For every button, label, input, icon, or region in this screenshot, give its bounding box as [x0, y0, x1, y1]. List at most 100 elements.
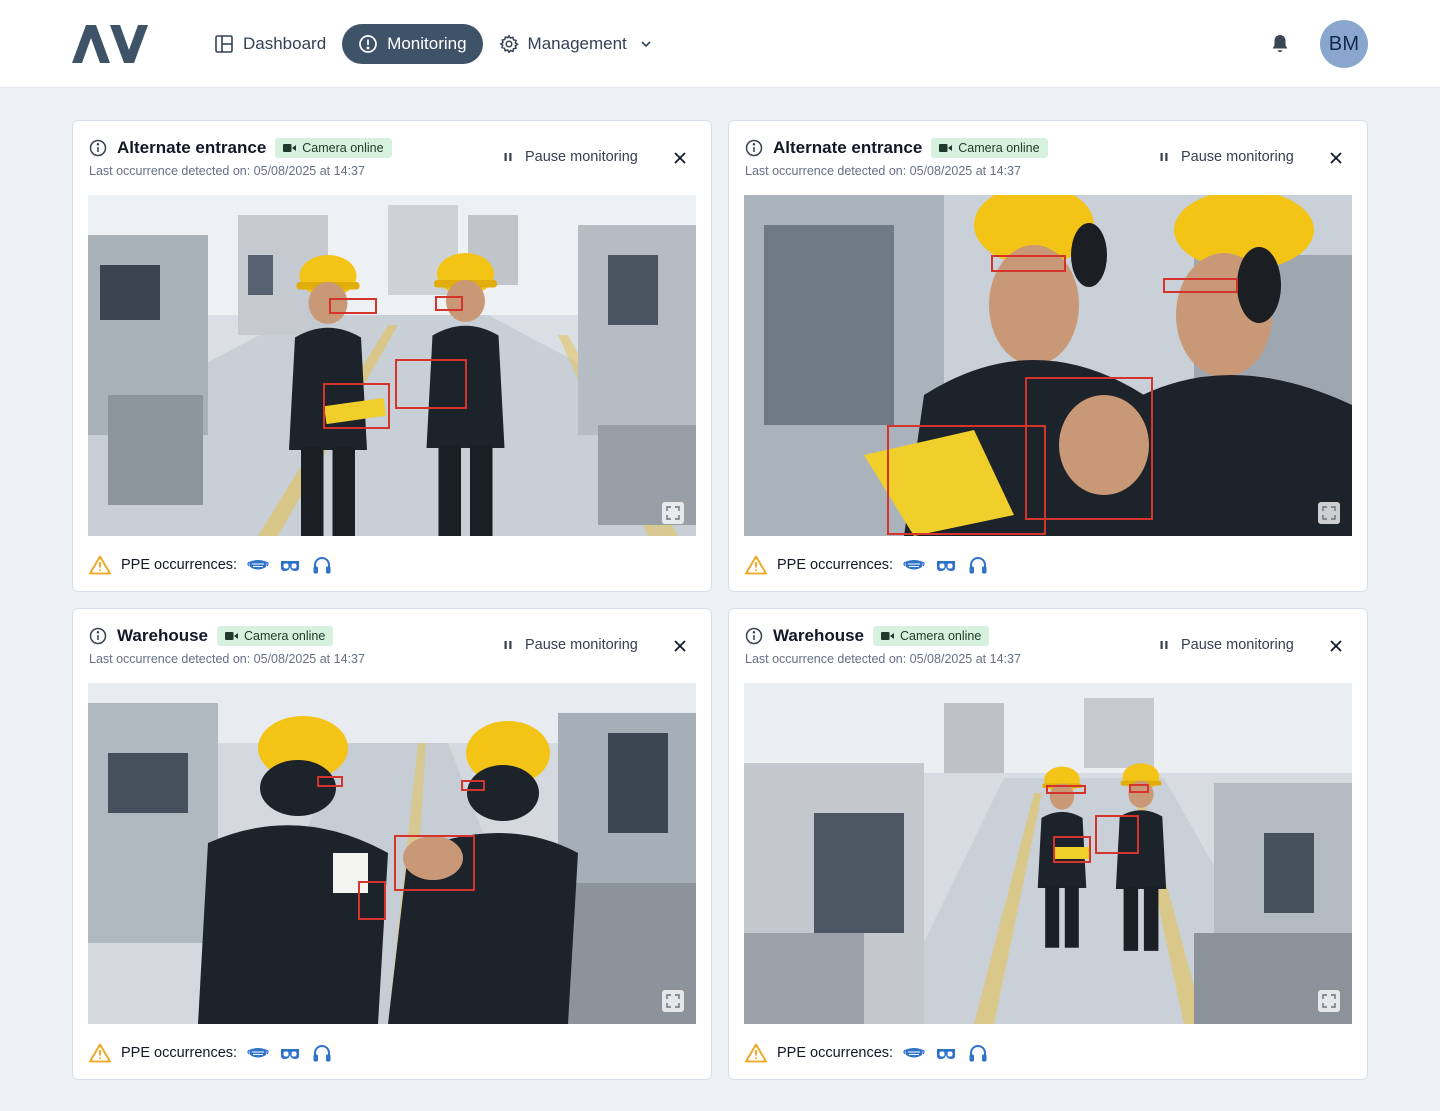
close-icon[interactable] — [1329, 151, 1343, 165]
close-icon[interactable] — [1329, 639, 1343, 653]
headphones-icon[interactable] — [967, 1043, 989, 1063]
pause-monitoring-button[interactable]: Pause monitoring — [1159, 635, 1294, 655]
detection-box — [1163, 278, 1238, 293]
av-logo[interactable] — [72, 25, 148, 63]
camera-feed[interactable] — [88, 683, 696, 1024]
goggles-icon[interactable] — [279, 555, 301, 575]
expand-feed-button[interactable] — [662, 990, 684, 1012]
camera-feed-image — [744, 683, 1352, 1024]
warning-icon — [745, 1043, 767, 1063]
card-header: Alternate entrance Camera online — [745, 137, 1048, 159]
pause-monitoring-button[interactable]: Pause monitoring — [503, 147, 638, 167]
detection-box — [1095, 815, 1139, 854]
mask-icon[interactable] — [903, 1043, 925, 1063]
mask-icon[interactable] — [247, 1043, 269, 1063]
card-title: Warehouse — [117, 626, 209, 645]
close-icon[interactable] — [673, 639, 687, 653]
nav-dashboard[interactable]: Dashboard — [198, 24, 342, 64]
ppe-occurrences-label: PPE occurrences: — [777, 1045, 894, 1061]
last-occurrence-text: Last occurrence detected on: 05/08/2025 … — [745, 652, 1021, 666]
pause-icon — [1160, 153, 1168, 161]
card-title: Alternate entrance — [773, 138, 923, 157]
nav-monitoring[interactable]: Monitoring — [342, 24, 483, 64]
expand-feed-button[interactable] — [1318, 502, 1340, 524]
headphones-icon[interactable] — [967, 555, 989, 575]
pause-icon — [504, 641, 512, 649]
detection-box — [395, 359, 467, 409]
nav-management-label: Management — [527, 34, 627, 53]
mask-icon[interactable] — [903, 555, 925, 575]
pause-monitoring-label: Pause monitoring — [525, 149, 638, 165]
ppe-occurrences-row: PPE occurrences: — [745, 1042, 999, 1064]
detection-box — [394, 835, 475, 891]
goggles-icon[interactable] — [279, 1043, 301, 1063]
ppe-occurrences-row: PPE occurrences: — [89, 1042, 343, 1064]
expand-feed-button[interactable] — [1318, 990, 1340, 1012]
video-camera-icon — [283, 144, 297, 152]
card-header: Warehouse Camera online — [89, 625, 334, 647]
nav-dashboard-label: Dashboard — [243, 34, 327, 53]
detection-box — [435, 296, 463, 311]
headphones-icon[interactable] — [311, 1043, 333, 1063]
camera-status-badge: Camera online — [931, 138, 1048, 158]
camera-status-badge: Camera online — [873, 626, 990, 646]
gear-icon — [498, 34, 519, 54]
camera-card: Alternate entrance Camera online Last oc… — [728, 120, 1368, 592]
camera-feed-image — [88, 683, 696, 1024]
camera-feed[interactable] — [88, 195, 696, 536]
warning-icon — [89, 1043, 111, 1063]
camera-status-label: Camera online — [244, 629, 326, 643]
info-icon[interactable] — [89, 139, 107, 157]
camera-status-badge: Camera online — [217, 626, 334, 646]
nav-monitoring-label: Monitoring — [387, 34, 467, 53]
info-icon[interactable] — [745, 139, 763, 157]
bell-icon[interactable] — [1268, 32, 1292, 56]
pause-monitoring-button[interactable]: Pause monitoring — [503, 635, 638, 655]
top-header: Dashboard Monitoring Management BM — [0, 0, 1440, 88]
info-icon[interactable] — [745, 627, 763, 645]
camera-feed[interactable] — [744, 195, 1352, 536]
video-camera-icon — [225, 632, 239, 640]
expand-icon — [1322, 994, 1336, 1008]
mask-icon[interactable] — [247, 555, 269, 575]
last-occurrence-text: Last occurrence detected on: 05/08/2025 … — [89, 164, 365, 178]
warning-icon — [89, 555, 111, 575]
ppe-occurrences-row: PPE occurrences: — [89, 554, 343, 576]
goggles-icon[interactable] — [935, 1043, 957, 1063]
pause-monitoring-button[interactable]: Pause monitoring — [1159, 147, 1294, 167]
detection-box — [1053, 836, 1091, 863]
detection-box — [317, 776, 343, 787]
pause-monitoring-label: Pause monitoring — [1181, 637, 1294, 653]
camera-status-label: Camera online — [302, 141, 384, 155]
card-header: Alternate entrance Camera online — [89, 137, 392, 159]
ppe-occurrences-label: PPE occurrences: — [777, 557, 894, 573]
close-icon[interactable] — [673, 151, 687, 165]
video-camera-icon — [939, 144, 953, 152]
alert-circle-icon — [359, 35, 378, 53]
detection-box — [1046, 785, 1086, 794]
camera-feed[interactable] — [744, 683, 1352, 1024]
user-avatar[interactable]: BM — [1320, 20, 1368, 68]
card-header: Warehouse Camera online — [745, 625, 990, 647]
nav-management[interactable]: Management — [483, 24, 669, 64]
detection-box — [1129, 784, 1149, 793]
goggles-icon[interactable] — [935, 555, 957, 575]
camera-card: Warehouse Camera online Last occurrence … — [72, 608, 712, 1080]
expand-icon — [666, 506, 680, 520]
ppe-occurrences-row: PPE occurrences: — [745, 554, 999, 576]
ppe-occurrences-label: PPE occurrences: — [121, 1045, 238, 1061]
chevron-down-icon — [641, 41, 651, 48]
headphones-icon[interactable] — [311, 555, 333, 575]
card-title: Alternate entrance — [117, 138, 267, 157]
last-occurrence-text: Last occurrence detected on: 05/08/2025 … — [745, 164, 1021, 178]
detection-box — [461, 780, 485, 791]
camera-status-badge: Camera online — [275, 138, 392, 158]
warning-icon — [745, 555, 767, 575]
pause-icon — [504, 153, 512, 161]
detection-box — [358, 881, 386, 920]
pause-monitoring-label: Pause monitoring — [525, 637, 638, 653]
expand-icon — [666, 994, 680, 1008]
info-icon[interactable] — [89, 627, 107, 645]
detection-box — [329, 298, 377, 314]
expand-feed-button[interactable] — [662, 502, 684, 524]
